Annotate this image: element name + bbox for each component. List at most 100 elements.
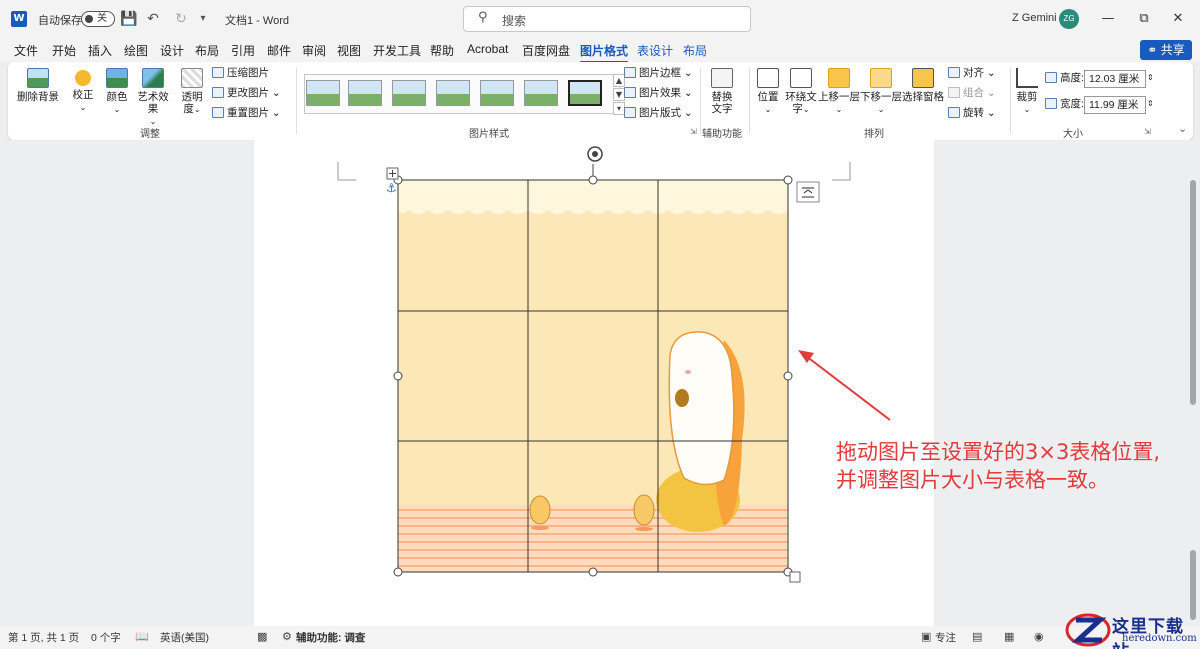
search-placeholder: 搜索 (502, 14, 527, 28)
tab-developer[interactable]: 开发工具 (373, 42, 421, 59)
tab-review[interactable]: 审阅 (302, 42, 326, 59)
close-icon[interactable]: ✕ (1167, 8, 1189, 30)
table-move-handle-icon[interactable] (386, 167, 399, 180)
tab-file[interactable]: 文件 (14, 42, 38, 59)
proofing-icon[interactable]: 📖 (135, 630, 149, 643)
transparency-button[interactable]: 透明 度⌄ (177, 68, 207, 116)
page[interactable]: ⚓ (254, 140, 934, 626)
tab-picture-format[interactable]: 图片格式 (580, 42, 629, 64)
avatar[interactable]: ZG (1059, 9, 1079, 29)
crop-button[interactable]: 裁剪 ⌄ (1014, 68, 1040, 116)
resize-handle-top[interactable] (588, 175, 598, 185)
save-icon[interactable]: 💾 (119, 9, 139, 29)
tab-references[interactable]: 引用 (231, 42, 255, 59)
user-name[interactable]: Z Gemini (1012, 12, 1057, 24)
group-icon (948, 87, 960, 98)
selection-pane-button[interactable]: 选择窗格 (902, 68, 944, 103)
watermark-domain: heredown.com (1122, 633, 1197, 644)
resize-handle-left[interactable] (393, 371, 403, 381)
rotate-label: 旋转 (963, 107, 984, 119)
inserted-picture[interactable] (397, 179, 789, 573)
share-button[interactable]: ⚭ 共享 (1140, 40, 1192, 60)
collapse-ribbon-icon[interactable]: ⌄ (1178, 122, 1187, 135)
bring-forward-button[interactable]: 上移一层 ⌄ (818, 68, 860, 116)
minimize-icon[interactable]: — (1097, 8, 1119, 30)
height-label-wrap: 高度: (1045, 71, 1084, 85)
tab-mailings[interactable]: 邮件 (267, 42, 291, 59)
picture-style-6[interactable] (524, 80, 558, 106)
width-label-wrap: 宽度: (1045, 97, 1084, 111)
change-picture-button[interactable]: 更改图片 ⌄ (212, 86, 281, 100)
width-spinner-icon[interactable]: ⇕ (1147, 97, 1154, 111)
picture-effects-label: 图片效果 (639, 87, 681, 99)
size-launcher-icon[interactable]: ⇲ (1144, 127, 1151, 136)
redo-icon[interactable]: ↻ (171, 9, 191, 29)
tab-insert[interactable]: 插入 (88, 42, 112, 59)
table-resize-handle[interactable] (789, 571, 801, 583)
compress-pictures-button[interactable]: 压缩图片 (212, 66, 269, 80)
remove-background-button[interactable]: 删除背景 (16, 68, 60, 103)
align-button[interactable]: 对齐 ⌄ (948, 66, 996, 80)
search-box[interactable]: ⚲ 搜索 (463, 6, 751, 32)
picture-style-5[interactable] (480, 80, 514, 106)
autosave-toggle[interactable]: 关 (81, 11, 115, 27)
tab-draw[interactable]: 绘图 (124, 42, 148, 59)
reset-picture-button[interactable]: 重置图片 ⌄ (212, 106, 281, 120)
read-mode-icon[interactable]: ▤ (972, 630, 982, 643)
selection-pane-icon (912, 68, 934, 88)
artistic-effects-button[interactable]: 艺术效果 ⌄ (133, 68, 173, 128)
alt-text-button[interactable]: 替换 文字 (705, 68, 739, 115)
layout-options-icon[interactable] (796, 181, 820, 203)
position-button[interactable]: 位置 ⌄ (754, 68, 782, 116)
tab-view[interactable]: 视图 (337, 42, 361, 59)
corrections-button[interactable]: 校正 ⌄ (68, 68, 98, 114)
width-input[interactable]: 11.99 厘米 (1084, 96, 1146, 114)
scrollbar-thumb[interactable] (1190, 180, 1196, 405)
language[interactable]: 英语(美国) (160, 630, 209, 645)
picture-layout-button[interactable]: 图片版式 ⌄ (624, 106, 693, 120)
send-backward-button[interactable]: 下移一层 ⌄ (860, 68, 902, 116)
picture-style-2[interactable] (348, 80, 382, 106)
macro-icon[interactable]: ▩ (257, 630, 267, 643)
height-input[interactable]: 12.03 厘米 (1084, 70, 1146, 88)
vertical-scrollbar[interactable] (1188, 140, 1200, 626)
rotate-handle-icon[interactable] (587, 146, 603, 162)
page-count[interactable]: 第 1 页, 共 1 页 (8, 630, 79, 645)
alt-text-label-2: 文字 (711, 103, 733, 115)
tab-layout[interactable]: 布局 (195, 42, 219, 59)
word-count[interactable]: 0 个字 (91, 630, 121, 645)
picture-style-3[interactable] (392, 80, 426, 106)
remove-background-icon (27, 68, 49, 88)
color-button[interactable]: 颜色 ⌄ (103, 68, 131, 116)
group-objects-button[interactable]: 组合 ⌄ (948, 86, 996, 100)
undo-icon[interactable]: ↶ (143, 9, 163, 29)
resize-handle-top-right[interactable] (783, 175, 793, 185)
picture-style-1[interactable] (306, 80, 340, 106)
tab-design[interactable]: 设计 (160, 42, 184, 59)
picture-style-7[interactable] (568, 80, 602, 106)
tab-table-layout[interactable]: 布局 (683, 42, 707, 59)
rotate-button[interactable]: 旋转 ⌄ (948, 106, 996, 120)
accessibility-status[interactable]: 辅助功能: 调查 (296, 630, 365, 645)
resize-handle-right[interactable] (783, 371, 793, 381)
wrap-text-button[interactable]: 环绕文 字⌄ (784, 68, 818, 116)
focus-mode[interactable]: 专注 (935, 630, 956, 645)
color-label: 颜色 (106, 91, 128, 103)
tab-acrobat[interactable]: Acrobat (467, 42, 508, 56)
tab-home[interactable]: 开始 (52, 42, 76, 59)
tab-help[interactable]: 帮助 (430, 42, 454, 59)
height-spinner-icon[interactable]: ⇕ (1147, 71, 1154, 85)
picture-border-button[interactable]: 图片边框 ⌄ (624, 66, 693, 80)
picture-style-4[interactable] (436, 80, 470, 106)
picture-styles-launcher-icon[interactable]: ⇲ (690, 127, 697, 136)
restore-icon[interactable]: ⧉ (1133, 8, 1155, 30)
picture-effects-button[interactable]: 图片效果 ⌄ (624, 86, 693, 100)
print-layout-icon[interactable]: ▦ (1004, 630, 1014, 643)
resize-handle-bottom[interactable] (588, 567, 598, 577)
web-layout-icon[interactable]: ◉ (1034, 630, 1044, 643)
transparency-icon (181, 68, 203, 88)
tab-table-design[interactable]: 表设计 (637, 42, 673, 59)
tab-baidu-netdisk[interactable]: 百度网盘 (522, 42, 570, 59)
resize-handle-bottom-left[interactable] (393, 567, 403, 577)
customize-toolbar-icon[interactable]: ▾ (193, 9, 213, 29)
